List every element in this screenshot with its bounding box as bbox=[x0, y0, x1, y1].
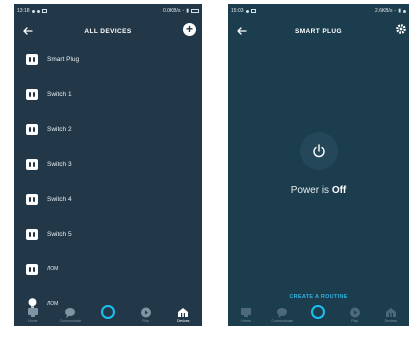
plug-icon bbox=[26, 88, 38, 100]
power-button[interactable] bbox=[300, 132, 338, 170]
nav-label: Play bbox=[142, 319, 149, 323]
battery-icon bbox=[191, 9, 199, 13]
devices-house-icon bbox=[385, 308, 396, 317]
wifi-icon: ◦ bbox=[182, 8, 185, 14]
nav-devices[interactable]: Devices bbox=[169, 307, 197, 323]
alexa-ring-icon bbox=[100, 305, 115, 319]
device-label: Switch 5 bbox=[47, 230, 72, 238]
play-icon bbox=[349, 307, 360, 318]
chat-bubble-icon bbox=[65, 308, 76, 318]
notification-icon bbox=[245, 9, 249, 13]
network-speed: 0.0KB/s bbox=[162, 8, 181, 14]
wifi-icon: ◦ bbox=[394, 8, 397, 14]
nav-communicate[interactable]: Communicate bbox=[56, 307, 84, 323]
status-time: 13:18 bbox=[17, 8, 30, 14]
nav-play[interactable]: Play bbox=[132, 307, 160, 323]
plug-icon bbox=[26, 123, 38, 135]
bottom-nav: Home Communicate Play Devices bbox=[228, 304, 409, 326]
notification-icon bbox=[31, 9, 35, 13]
nav-alexa[interactable] bbox=[94, 305, 122, 320]
home-icon bbox=[241, 308, 252, 317]
battery-icon bbox=[403, 9, 406, 13]
device-item[interactable]: Switch 5 bbox=[14, 224, 202, 244]
devices-house-icon bbox=[178, 308, 189, 317]
power-state: Off bbox=[331, 185, 347, 196]
notification-icon bbox=[41, 9, 47, 13]
nav-label: Devices bbox=[176, 319, 190, 323]
nav-label: Home bbox=[241, 319, 251, 323]
network-speed: 2.6KB/s bbox=[374, 8, 393, 14]
status-bar: 15:03 2.6KB/s ◦ ▮ bbox=[228, 4, 409, 18]
alexa-ring-icon bbox=[311, 305, 326, 319]
device-item[interactable]: Switch 2 bbox=[14, 119, 202, 139]
status-time: 15:03 bbox=[231, 8, 244, 14]
gear-icon[interactable] bbox=[395, 23, 407, 35]
play-icon bbox=[140, 307, 151, 318]
nav-play[interactable]: Play bbox=[341, 307, 369, 323]
plug-icon bbox=[26, 263, 38, 275]
device-label: ЛОМ bbox=[47, 266, 59, 272]
plug-icon bbox=[26, 228, 38, 240]
signal-icon: ▮ bbox=[186, 8, 189, 14]
plug-icon bbox=[26, 53, 38, 65]
chat-bubble-icon bbox=[277, 308, 288, 318]
nav-label: Devices bbox=[384, 319, 398, 323]
nav-alexa[interactable] bbox=[304, 305, 332, 320]
device-item[interactable]: Switch 1 bbox=[14, 84, 202, 104]
smart-plug-screen: 15:03 2.6KB/s ◦ ▮ SMART PLUG Power is Of… bbox=[228, 4, 409, 326]
device-item[interactable]: Switch 4 bbox=[14, 189, 202, 209]
plug-icon bbox=[26, 158, 38, 170]
device-item[interactable]: Smart Plug bbox=[14, 49, 202, 69]
nav-home[interactable]: Home bbox=[19, 307, 47, 323]
nav-communicate[interactable]: Communicate bbox=[268, 307, 296, 323]
plug-icon bbox=[26, 193, 38, 205]
signal-icon: ▮ bbox=[398, 8, 401, 14]
device-item[interactable]: Switch 3 bbox=[14, 154, 202, 174]
notification-icon bbox=[250, 9, 256, 13]
nav-label: Communicate bbox=[271, 319, 294, 323]
power-status-prefix: Power is bbox=[290, 185, 332, 196]
nav-devices[interactable]: Devices bbox=[377, 307, 405, 323]
header: ALL DEVICES + bbox=[14, 20, 202, 42]
nav-label: Communicate bbox=[59, 319, 82, 323]
add-device-button[interactable]: + bbox=[183, 23, 196, 36]
back-arrow-icon[interactable] bbox=[235, 24, 249, 38]
back-arrow-icon[interactable] bbox=[21, 24, 35, 38]
page-title: SMART PLUG bbox=[295, 27, 342, 35]
page-title: ALL DEVICES bbox=[84, 27, 132, 35]
create-routine-link[interactable]: CREATE A ROUTINE bbox=[228, 294, 409, 300]
device-label: Smart Plug bbox=[47, 55, 80, 63]
nav-label: Home bbox=[28, 319, 38, 323]
device-label: Switch 1 bbox=[47, 90, 72, 98]
device-label: Switch 2 bbox=[47, 125, 72, 133]
power-icon bbox=[313, 144, 325, 158]
device-label: Switch 3 bbox=[47, 160, 72, 168]
power-status: Power is Off bbox=[228, 185, 409, 196]
header: SMART PLUG bbox=[228, 20, 409, 42]
nav-home[interactable]: Home bbox=[232, 307, 260, 323]
nav-label: Play bbox=[351, 319, 359, 323]
device-item[interactable]: ЛОМ bbox=[14, 259, 202, 279]
status-bar: 13:18 0.0KB/s ◦ ▮ bbox=[14, 4, 202, 18]
device-label: Switch 4 bbox=[47, 195, 72, 203]
notification-icon bbox=[36, 9, 40, 13]
bottom-nav: Home Communicate Play Devices bbox=[14, 304, 202, 326]
all-devices-screen: 13:18 0.0KB/s ◦ ▮ ALL DEVICES + Smart Pl… bbox=[14, 4, 202, 326]
home-icon bbox=[27, 308, 38, 317]
